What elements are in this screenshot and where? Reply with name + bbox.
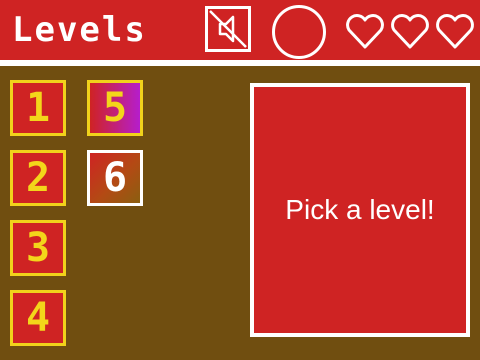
level-label: 2 [25,155,51,201]
heart-icon [391,14,429,49]
heart-icon [436,14,474,49]
level-tile-4[interactable]: 4 [10,290,66,346]
level-info-panel: Pick a level! [250,83,470,337]
speaker-muted-icon [209,10,247,48]
level-label: 3 [25,225,51,271]
level-tile-6[interactable]: 6 [87,150,143,206]
level-label: 1 [25,85,51,131]
level-label: 4 [25,295,51,341]
lives-hearts [344,10,476,52]
sound-toggle-button[interactable] [205,6,251,52]
panel-message: Pick a level! [285,194,435,225]
level-tile-2[interactable]: 2 [10,150,66,206]
level-label: 6 [102,155,128,201]
circle-icon[interactable] [272,5,326,59]
level-label: 5 [102,85,128,131]
level-tile-3[interactable]: 3 [10,220,66,276]
level-tile-1[interactable]: 1 [10,80,66,136]
top-bar: Levels [0,0,480,60]
heart-icon [346,14,384,49]
page-title: Levels [12,10,147,50]
level-tile-5[interactable]: 5 [87,80,143,136]
